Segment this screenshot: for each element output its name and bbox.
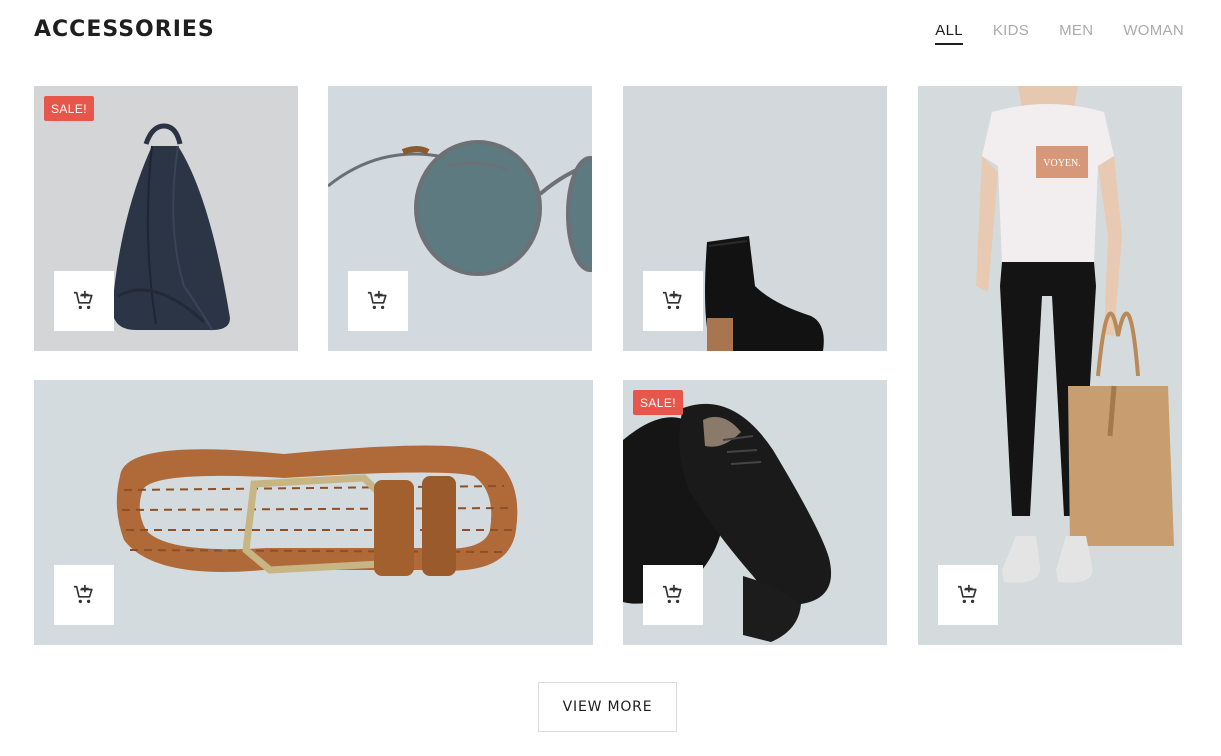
add-to-cart-icon	[367, 290, 387, 310]
tshirt-print: VOYEN.	[1043, 158, 1081, 169]
filter-kids[interactable]: KIDS	[993, 22, 1029, 45]
page-title: ACCESSORIES	[34, 17, 215, 42]
filter-men[interactable]: MEN	[1059, 22, 1093, 45]
product-card-ankle-boot[interactable]	[623, 86, 887, 351]
add-to-cart-button[interactable]	[348, 271, 408, 331]
product-card-sunglasses[interactable]	[328, 86, 592, 351]
view-more-button[interactable]: VIEW MORE	[538, 682, 677, 732]
product-card-oxford-shoes[interactable]: SALE!	[623, 380, 887, 645]
filter-woman[interactable]: WOMAN	[1123, 22, 1184, 45]
model-with-tote-bag-image: VOYEN.	[918, 86, 1182, 645]
add-to-cart-button[interactable]	[54, 565, 114, 625]
add-to-cart-icon	[957, 584, 977, 604]
add-to-cart-icon	[662, 584, 682, 604]
add-to-cart-button[interactable]	[643, 271, 703, 331]
category-filters: ALL KIDS MEN WOMAN	[935, 22, 1184, 45]
braided-belt-image	[34, 380, 593, 645]
add-to-cart-button[interactable]	[54, 271, 114, 331]
product-card-belt[interactable]	[34, 380, 593, 645]
filter-all[interactable]: ALL	[935, 22, 963, 45]
sale-badge: SALE!	[44, 96, 95, 121]
add-to-cart-icon	[73, 584, 93, 604]
add-to-cart-button[interactable]	[643, 565, 703, 625]
product-card-model-tote[interactable]: VOYEN.	[918, 86, 1182, 645]
add-to-cart-icon	[73, 290, 93, 310]
add-to-cart-icon	[662, 290, 682, 310]
add-to-cart-button[interactable]	[938, 565, 998, 625]
product-card-backpack[interactable]: SALE!	[34, 86, 298, 351]
sale-badge: SALE!	[633, 390, 684, 415]
